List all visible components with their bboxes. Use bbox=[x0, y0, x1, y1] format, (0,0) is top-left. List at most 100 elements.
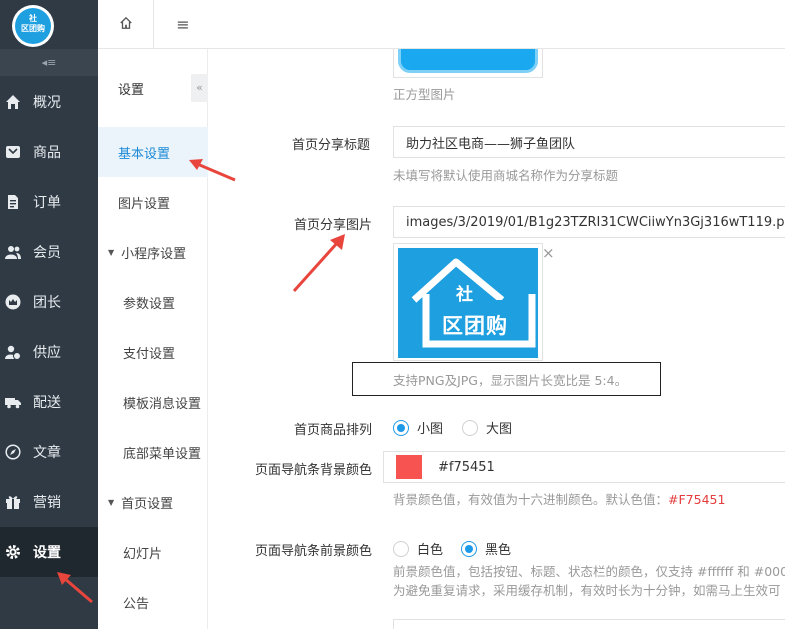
logo-text-line2: 区团购 bbox=[21, 24, 45, 33]
nav-bg-color-default: #F75451 bbox=[668, 492, 726, 507]
square-image-preview[interactable] bbox=[393, 49, 543, 78]
home-icon bbox=[119, 15, 133, 34]
share-title-value: 助力社区电商——狮子鱼团队 bbox=[406, 136, 576, 152]
subnav-item-label: 公告 bbox=[123, 596, 150, 612]
color-swatch[interactable] bbox=[396, 455, 422, 479]
square-image-thumbnail bbox=[398, 49, 538, 73]
annotation-arrow-share-image bbox=[292, 234, 345, 293]
square-image-hint: 正方型图片 bbox=[393, 87, 456, 102]
box-icon bbox=[5, 144, 21, 160]
nav-item-label: 商品 bbox=[33, 145, 61, 161]
sidebar-collapse-toggle[interactable]: ◂≡ bbox=[0, 49, 98, 76]
nav-bg-color-input[interactable]: #f75451 bbox=[383, 451, 785, 483]
share-image-preview[interactable]: 社 区团购 bbox=[393, 243, 543, 361]
nav-bg-color-label: 页面导航条背景颜色 bbox=[255, 463, 373, 478]
settings-subnav: 设置 « 基本设置 图片设置 ▼ 小程序设置 参数设置 支付设置 模板消息设置 … bbox=[98, 49, 208, 629]
next-field-input[interactable] bbox=[393, 619, 785, 629]
logo-badge: 社 区团购 bbox=[15, 8, 51, 44]
document-icon bbox=[5, 194, 21, 210]
radio-label: 小图 bbox=[417, 422, 444, 437]
nav-fg-color-radio-black[interactable]: 黑色 bbox=[461, 539, 511, 558]
menu-icon: ≡ bbox=[176, 14, 190, 34]
subnav-item-template-message[interactable]: 模板消息设置 bbox=[98, 377, 208, 427]
remove-image-close-icon[interactable]: × bbox=[542, 244, 555, 262]
subnav-item-params[interactable]: 参数设置 bbox=[98, 277, 208, 327]
nav-item-label: 订单 bbox=[33, 195, 61, 211]
radio-checked bbox=[461, 540, 477, 557]
gift-icon bbox=[5, 494, 21, 510]
home-button[interactable] bbox=[98, 0, 154, 48]
nav-item-goods[interactable]: 商品 bbox=[0, 127, 98, 177]
share-title-label: 首页分享标题 bbox=[292, 138, 371, 153]
subnav-item-label: 底部菜单设置 bbox=[123, 446, 202, 462]
subnav-group-label: 首页设置 bbox=[121, 496, 174, 512]
color-value: #f75451 bbox=[438, 459, 495, 475]
nav-fg-color-radio-white[interactable]: 白色 bbox=[393, 539, 443, 558]
goods-layout-radio-small[interactable]: 小图 bbox=[393, 418, 443, 437]
nav-item-leaders[interactable]: 团长 bbox=[0, 277, 98, 327]
menu-toggle-button[interactable]: ≡ bbox=[155, 0, 211, 48]
nav-item-label: 配送 bbox=[33, 395, 61, 411]
compass-icon bbox=[5, 444, 21, 460]
subnav-item-label: 基本设置 bbox=[118, 146, 171, 162]
users-icon bbox=[5, 244, 21, 260]
nav-fg-color-hint-1: 前景颜色值，包括按钮、标题、状态栏的颜色，仅支持 #ffffff 和 #0000… bbox=[393, 564, 785, 579]
subnav-group-label: 小程序设置 bbox=[121, 246, 187, 262]
nav-item-supply[interactable]: 供应 bbox=[0, 327, 98, 377]
nav-item-articles[interactable]: 文章 bbox=[0, 427, 98, 477]
radio-label: 大图 bbox=[486, 422, 513, 437]
subnav-item-bottom-menu[interactable]: 底部菜单设置 bbox=[98, 427, 208, 477]
nav-item-label: 设置 bbox=[33, 545, 61, 561]
caret-down-icon: ▼ bbox=[108, 247, 115, 257]
nav-item-marketing[interactable]: 营销 bbox=[0, 477, 98, 527]
logo-text-line1: 社 bbox=[29, 14, 37, 23]
subnav-item-notice[interactable]: 公告 bbox=[98, 577, 208, 627]
share-title-hint: 未填写将默认使用商城名称作为分享标题 bbox=[393, 168, 619, 183]
nav-item-overview[interactable]: 概况 bbox=[0, 77, 98, 127]
home-icon bbox=[5, 94, 21, 110]
crown-icon bbox=[5, 294, 21, 310]
goods-layout-radio-large[interactable]: 大图 bbox=[462, 418, 512, 437]
nav-item-members[interactable]: 会员 bbox=[0, 227, 98, 277]
nav-item-label: 文章 bbox=[33, 445, 61, 461]
subnav-group-homepage[interactable]: ▼ 首页设置 bbox=[98, 477, 208, 527]
subnav-item-label: 图片设置 bbox=[118, 196, 171, 212]
nav-item-label: 营销 bbox=[33, 495, 61, 511]
subnav-item-label: 幻灯片 bbox=[123, 546, 163, 562]
subnav-collapse-button[interactable]: « bbox=[191, 74, 208, 102]
share-image-path-value: images/3/2019/01/B1g23TZRI31CWCiiwYn3Gj3… bbox=[406, 214, 785, 230]
share-image-path-input[interactable]: images/3/2019/01/B1g23TZRI31CWCiiwYn3Gj3… bbox=[393, 206, 785, 238]
nav-item-orders[interactable]: 订单 bbox=[0, 177, 98, 227]
subnav-item-label: 模板消息设置 bbox=[123, 396, 202, 412]
nav-fg-color-label: 页面导航条前景颜色 bbox=[255, 544, 373, 559]
share-image-hint-box: 支持PNG及JPG，显示图片长宽比是 5:4。 bbox=[352, 362, 661, 396]
subnav-item-label: 支付设置 bbox=[123, 346, 176, 362]
share-image-logo-text2: 区团购 bbox=[442, 314, 508, 338]
share-image-hint: 支持PNG及JPG，显示图片长宽比是 5:4。 bbox=[393, 372, 628, 388]
radio-label: 白色 bbox=[417, 543, 444, 558]
nav-bg-color-hint-text: 背景颜色值，有效值为十六进制颜色。默认色值： bbox=[393, 492, 669, 507]
share-title-input[interactable]: 助力社区电商——狮子鱼团队 bbox=[393, 126, 785, 158]
top-bar: ≡ bbox=[98, 0, 785, 49]
nav-item-delivery[interactable]: 配送 bbox=[0, 377, 98, 427]
share-image-logo: 社 区团购 bbox=[398, 248, 538, 358]
main-sidebar: 社 区团购 ◂≡ 概况 商品 订单 会员 团长 供应 配送 文章 营销 设置 bbox=[0, 0, 98, 629]
nav-item-label: 团长 bbox=[33, 295, 61, 311]
annotation-arrow-settings bbox=[57, 572, 93, 604]
radio-unchecked bbox=[462, 419, 478, 436]
annotation-arrow-basic-settings bbox=[189, 159, 236, 182]
app-logo[interactable]: 社 区团购 bbox=[12, 5, 54, 47]
nav-item-label: 供应 bbox=[33, 345, 61, 361]
share-image-logo-text1: 社 bbox=[456, 285, 473, 305]
subnav-group-miniprogram[interactable]: ▼ 小程序设置 bbox=[98, 227, 208, 277]
subnav-item-payment[interactable]: 支付设置 bbox=[98, 327, 208, 377]
nav-bg-color-hint: 背景颜色值，有效值为十六进制颜色。默认色值：#F75451 bbox=[393, 489, 725, 508]
radio-label: 黑色 bbox=[485, 543, 512, 558]
subnav-item-label: 参数设置 bbox=[123, 296, 176, 312]
nav-fg-color-hint-2: 为避免重复请求，采用缓存机制，有效时长为十分钟，如需马上生效可 bbox=[393, 583, 781, 598]
radio-checked bbox=[393, 419, 409, 436]
nav-item-label: 概况 bbox=[33, 95, 61, 111]
goods-layout-label: 首页商品排列 bbox=[294, 423, 373, 438]
radio-unchecked bbox=[393, 540, 409, 557]
subnav-item-slideshow[interactable]: 幻灯片 bbox=[98, 527, 208, 577]
